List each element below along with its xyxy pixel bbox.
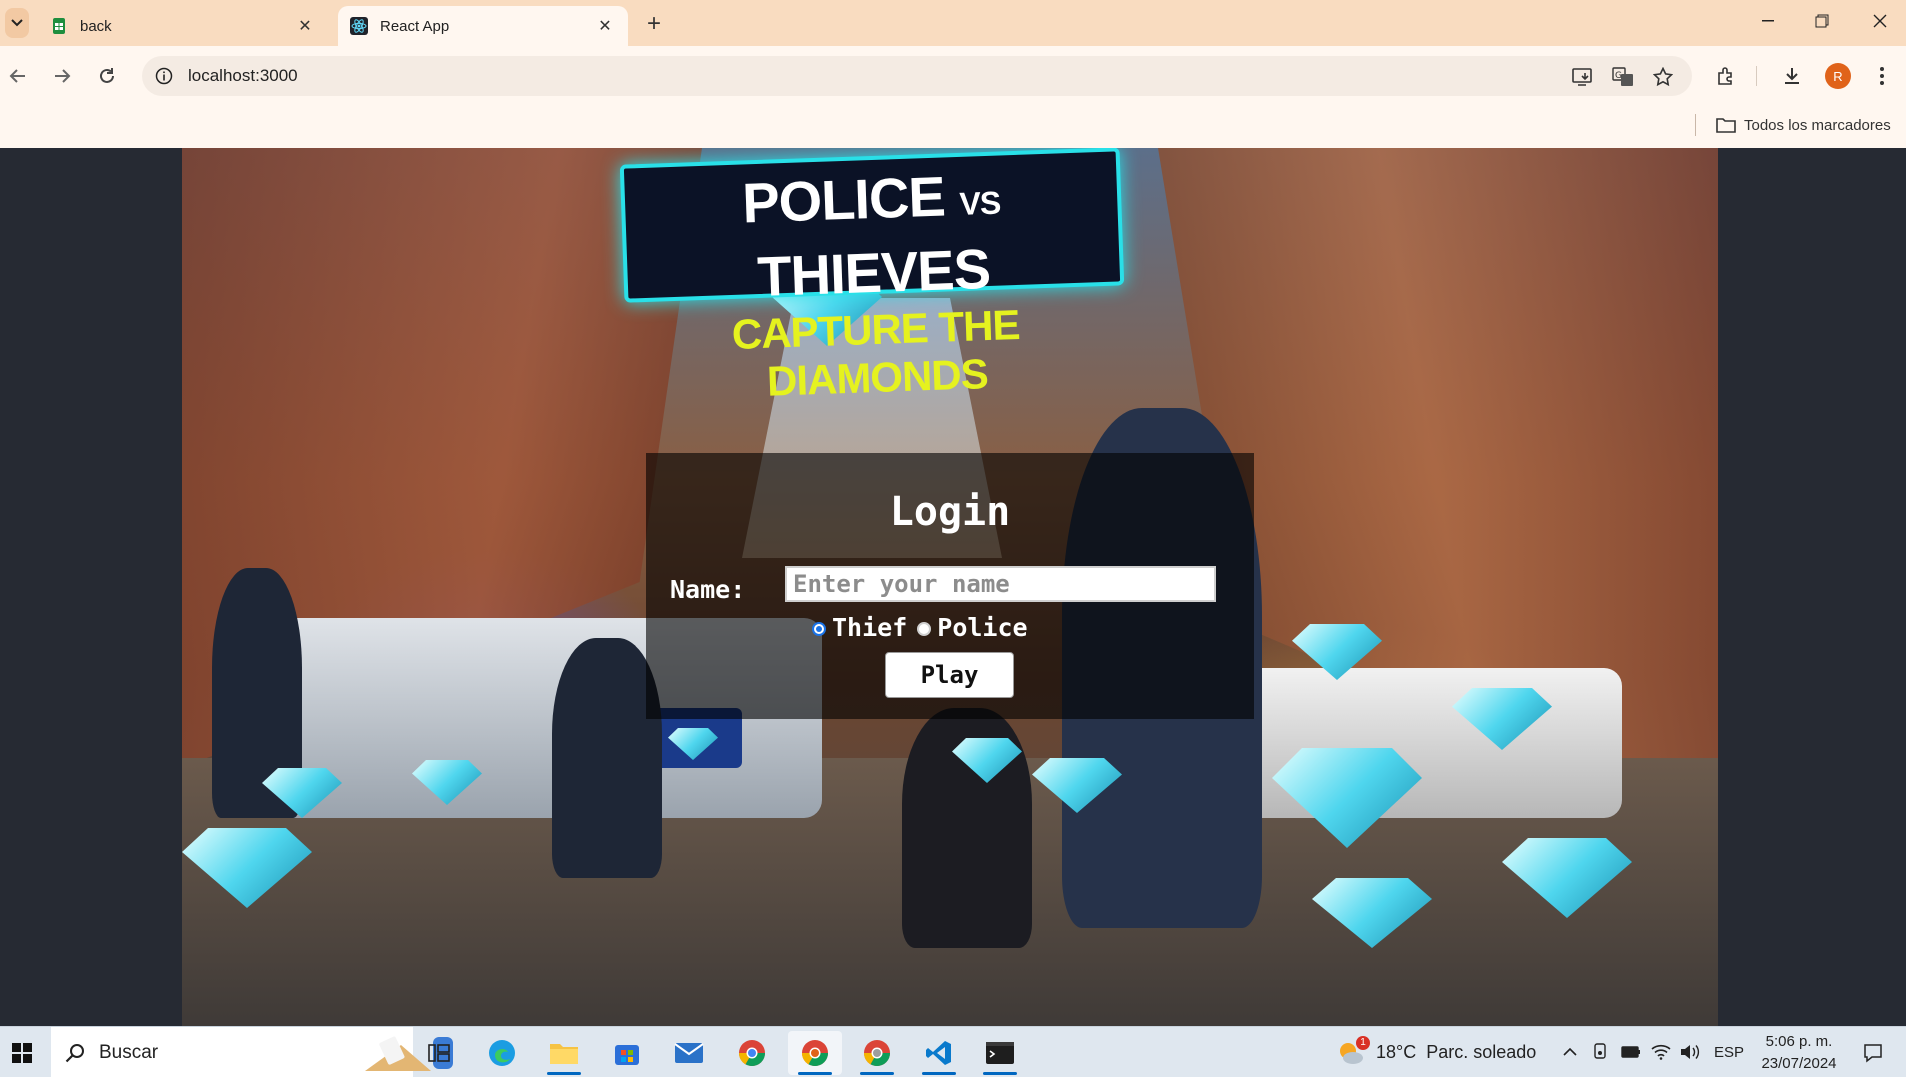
tab-title: back [80,17,112,35]
downloads-icon[interactable] [1775,59,1809,93]
bookmark-star-icon[interactable] [1650,64,1676,90]
vscode-icon [926,1041,951,1065]
clock-date: 23/07/2024 [1761,1055,1837,1072]
windows-logo-icon [12,1043,32,1063]
address-bar[interactable]: localhost:3000 G [142,56,1692,96]
taskbar-mail[interactable] [662,1031,716,1075]
tab-back[interactable]: back ✕ [38,6,328,46]
edge-icon [489,1040,515,1066]
folder-icon [1716,118,1736,133]
notification-center-button[interactable] [1858,1039,1888,1067]
task-view-button[interactable] [412,1031,466,1075]
weather-desc: Parc. soleado [1426,1042,1537,1062]
profile-avatar[interactable]: R [1825,63,1851,89]
svg-text:G: G [1615,71,1622,81]
close-window-button[interactable] [1856,6,1904,36]
folder-icon [550,1044,578,1064]
arrow-left-icon [9,69,25,83]
all-bookmarks-label: Todos los marcadores [1744,116,1891,134]
page-viewport: POLICE VS THIEVES CAPTURE THE DIAMONDS L… [0,148,1906,1026]
arrow-right-icon [55,69,71,83]
search-icon [65,1043,85,1063]
terminal-icon [986,1042,1014,1064]
bookmarks-divider [1695,114,1696,136]
tab-search-button[interactable] [5,8,29,38]
browser-tab-bar: back ✕ React App ✕ + [0,0,1906,46]
sign-title-line-2: CAPTURE THE DIAMONDS [731,300,1021,405]
sign-title-line-1: POLICE VS THIEVES [741,164,1001,309]
chrome-icon [801,1040,829,1067]
notification-icon [1864,1044,1882,1063]
weather-sun-cloud-icon: 1 [1336,1035,1370,1068]
show-hidden-icons-chevron-up-icon[interactable] [1558,1040,1582,1064]
taskbar-clock[interactable]: 5:06 p. m. 23/07/2024 [1736,1031,1862,1075]
forward-button[interactable] [45,59,79,93]
tab-react-app[interactable]: React App ✕ [338,6,628,46]
back-button[interactable] [1,59,35,93]
minimize-icon [1762,20,1774,22]
start-button[interactable] [2,1033,42,1073]
game-title-sign: POLICE VS THIEVES CAPTURE THE DIAMONDS [619,148,1125,405]
toolbar-divider [1756,66,1757,86]
police-radio[interactable] [917,622,932,636]
tab-title: React App [380,17,450,35]
minimize-button[interactable] [1744,6,1792,36]
taskbar-file-explorer[interactable] [537,1031,591,1075]
react-icon [350,17,368,35]
windows-taskbar: Buscar 1 18°C Parc. soleado ESP 5:06 p. … [0,1026,1906,1077]
url-text[interactable]: localhost:3000 [188,66,1692,86]
mail-icon [674,1043,704,1063]
weather-widget[interactable]: 1 18°C Parc. soleado [1336,1027,1536,1077]
close-icon [1873,14,1887,28]
reload-icon [100,68,114,83]
close-tab-icon[interactable]: ✕ [594,15,616,37]
chrome-icon [738,1040,766,1067]
restore-icon [1815,14,1829,28]
chrome-icon [863,1040,891,1067]
close-tab-icon[interactable]: ✕ [294,15,316,37]
name-input[interactable] [785,566,1216,602]
taskbar-chrome-1[interactable] [725,1031,779,1075]
store-icon [615,1045,639,1065]
taskbar-search[interactable]: Buscar [51,1027,453,1077]
taskbar-vscode[interactable] [912,1031,966,1075]
police-label[interactable]: Police [937,613,1027,642]
sheets-icon [53,18,65,34]
menu-kebab-icon[interactable] [1865,59,1899,93]
wifi-icon[interactable] [1649,1040,1673,1064]
install-app-icon[interactable] [1570,64,1596,90]
taskbar-terminal[interactable] [973,1031,1027,1075]
login-title: Login [889,489,1011,535]
translate-icon[interactable]: G [1610,64,1636,90]
taskbar-chrome-2[interactable] [788,1031,842,1075]
login-panel: Login Name: Thief Police Play [646,453,1254,719]
taskbar-store[interactable] [600,1031,654,1075]
reload-button[interactable] [90,59,124,93]
role-selector: Thief Police [812,612,1038,642]
taskbar-chrome-3[interactable] [850,1031,904,1075]
weather-temp: 18°C [1376,1042,1417,1062]
clock-time: 5:06 p. m. [1765,1033,1833,1050]
role-option-police[interactable]: Police [917,613,1028,642]
meet-now-icon[interactable] [1589,1040,1613,1064]
role-option-thief[interactable]: Thief [812,613,907,642]
task-view-icon [428,1044,450,1062]
bookmarks-bar: Todos los marcadores [0,106,1906,148]
all-bookmarks-button[interactable]: Todos los marcadores [1716,112,1891,138]
new-tab-button[interactable]: + [640,10,668,38]
play-button[interactable]: Play [885,652,1014,698]
volume-icon[interactable] [1678,1040,1702,1064]
thief-radio[interactable] [812,622,826,636]
browser-toolbar: localhost:3000 G R [0,46,1906,106]
name-label: Name: [670,575,746,604]
site-info-icon[interactable] [146,58,182,94]
taskbar-edge[interactable] [475,1031,529,1075]
chevron-down-icon [11,19,23,27]
weather-badge: 1 [1356,1035,1370,1050]
restore-button[interactable] [1798,6,1846,36]
thief-label[interactable]: Thief [832,613,907,642]
extensions-icon[interactable] [1709,59,1743,93]
battery-icon[interactable] [1619,1040,1643,1064]
search-placeholder: Buscar [99,1041,159,1063]
